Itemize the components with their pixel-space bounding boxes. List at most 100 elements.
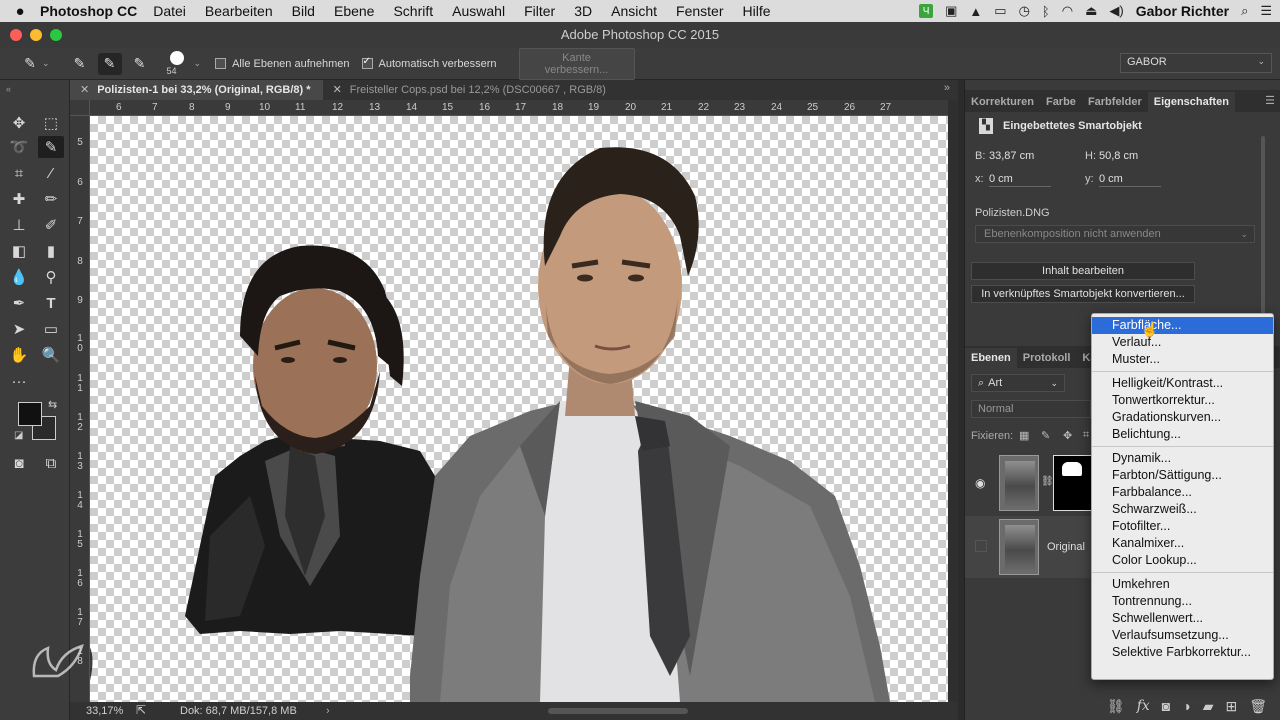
default-colors-icon[interactable]: ◪ xyxy=(14,430,23,441)
user-name[interactable]: Gabor Richter xyxy=(1136,3,1229,19)
menu-item-dynamik[interactable]: Dynamik... xyxy=(1092,450,1273,467)
chevron-down-icon[interactable]: ⌄ xyxy=(194,58,202,69)
time-machine-icon[interactable]: ◷ xyxy=(1019,3,1030,19)
visibility-toggle[interactable] xyxy=(975,540,987,552)
bluetooth-icon[interactable]: ᛒ xyxy=(1042,4,1050,19)
tab-korrekturen[interactable]: Korrekturen xyxy=(965,92,1040,112)
tab-freisteller-cops[interactable]: ✕ Freisteller Cops.psd bei 12,2% (DSC0066… xyxy=(323,80,618,100)
canvas-horizontal-scrollbar[interactable] xyxy=(548,708,688,714)
document-canvas[interactable] xyxy=(90,116,948,702)
lock-transparent-icon[interactable]: ▦ xyxy=(1019,429,1029,442)
layer-row[interactable]: Original xyxy=(965,516,1095,578)
add-mask-icon[interactable]: ◙ xyxy=(1162,698,1170,714)
properties-scrollbar[interactable] xyxy=(1261,136,1265,326)
menu-filter[interactable]: Filter xyxy=(524,3,555,19)
battery-icon[interactable]: ▭ xyxy=(994,3,1006,19)
y-field[interactable]: 0 cm xyxy=(1099,173,1161,187)
menu-item-tonwertkorrektur[interactable]: Tonwertkorrektur... xyxy=(1092,392,1273,409)
refine-edge-button[interactable]: Kante verbessern... xyxy=(518,47,635,80)
new-group-icon[interactable]: ▰ xyxy=(1203,698,1214,715)
path-selection-tool-icon[interactable]: ➤ xyxy=(6,318,32,340)
healing-brush-tool-icon[interactable]: ✚ xyxy=(6,188,32,210)
menu-item-helligkeit-kontrast[interactable]: Helligkeit/Kontrast... xyxy=(1092,375,1273,392)
menu-ansicht[interactable]: Ansicht xyxy=(611,3,657,19)
menu-item-muster[interactable]: Muster... xyxy=(1092,351,1273,368)
swap-colors-icon[interactable]: ⇆ xyxy=(48,398,57,411)
subtract-from-selection-icon[interactable]: ✎ xyxy=(128,53,152,75)
foreground-color-swatch[interactable] xyxy=(18,402,42,426)
menu-item-belichtung[interactable]: Belichtung... xyxy=(1092,426,1273,443)
export-icon[interactable]: ⇱ xyxy=(136,703,146,717)
tab-eigenschaften[interactable]: Eigenschaften xyxy=(1147,92,1235,112)
width-value[interactable]: 33,87 cm xyxy=(989,150,1059,164)
brush-tool-icon[interactable]: ✏ xyxy=(38,188,64,210)
menu-datei[interactable]: Datei xyxy=(153,3,186,19)
edit-contents-button[interactable]: Inhalt bearbeiten xyxy=(971,262,1195,280)
quick-mask-icon[interactable]: ◙ xyxy=(6,452,32,474)
new-selection-icon[interactable]: ✎ xyxy=(68,53,92,75)
vertical-ruler[interactable]: 5 6 7 8 9 1 0 1 1 1 2 1 3 1 4 1 5 1 6 1 … xyxy=(70,116,90,702)
chevron-down-icon[interactable]: ⌄ xyxy=(42,58,50,69)
menu-item-tontrennung[interactable]: Tontrennung... xyxy=(1092,593,1273,610)
menu-item-schwarzweiss[interactable]: Schwarzweiß... xyxy=(1092,501,1273,518)
menu-item-umkehren[interactable]: Umkehren xyxy=(1092,576,1273,593)
layer-thumbnail[interactable] xyxy=(999,455,1039,511)
volume-icon[interactable]: ◀) xyxy=(1109,3,1123,19)
canvas-vertical-scrollbar[interactable] xyxy=(948,100,958,702)
layer-comp-select[interactable]: Ebenenkomposition nicht anwenden ⌄ xyxy=(975,225,1255,243)
blend-mode-select[interactable]: Normal xyxy=(971,400,1091,418)
menu-bild[interactable]: Bild xyxy=(292,3,315,19)
close-window-button[interactable] xyxy=(10,29,22,41)
lasso-tool-icon[interactable]: ➰ xyxy=(6,136,32,158)
add-to-selection-icon[interactable]: ✎ xyxy=(97,52,122,75)
marquee-tool-icon[interactable]: ⬚ xyxy=(38,112,64,134)
wifi-icon[interactable]: ◠ xyxy=(1062,3,1073,19)
menu-item-schwellenwert[interactable]: Schwellenwert... xyxy=(1092,610,1273,627)
display-icon[interactable]: ▣ xyxy=(945,3,957,19)
pen-tool-icon[interactable]: ✒ xyxy=(6,292,32,314)
horizontal-ruler[interactable]: 6 7 8 9 10 11 12 13 14 15 16 17 18 19 20… xyxy=(90,100,948,116)
tab-protokoll[interactable]: Protokoll xyxy=(1017,348,1077,368)
history-brush-tool-icon[interactable]: ✐ xyxy=(38,214,64,236)
delete-layer-icon[interactable]: 🗑 xyxy=(1249,698,1267,715)
convert-to-linked-button[interactable]: In verknüpftes Smartobjekt konvertieren.… xyxy=(971,285,1195,303)
lock-pixels-icon[interactable]: ✎ xyxy=(1041,429,1050,442)
collapse-toolbar-icon[interactable]: « xyxy=(6,84,11,94)
menu-bearbeiten[interactable]: Bearbeiten xyxy=(205,3,273,19)
tab-polizisten[interactable]: ✕ Polizisten-1 bei 33,2% (Original, RGB/8… xyxy=(70,80,323,100)
type-tool-icon[interactable]: T xyxy=(38,292,64,314)
zoom-level[interactable]: 33,17% xyxy=(86,705,123,717)
minimize-window-button[interactable] xyxy=(30,29,42,41)
zoom-tool-icon[interactable]: 🔍 xyxy=(38,344,64,366)
eyedropper-tool-icon[interactable]: ⁄ xyxy=(38,162,64,184)
layer-row[interactable]: ◉ ⛓ xyxy=(965,452,1095,514)
x-field[interactable]: 0 cm xyxy=(989,173,1051,187)
ruler-origin[interactable] xyxy=(70,100,90,116)
menu-app-name[interactable]: Photoshop CC xyxy=(40,3,137,19)
new-layer-icon[interactable]: ⊞ xyxy=(1225,698,1237,715)
menu-auswahl[interactable]: Auswahl xyxy=(452,3,505,19)
menu-item-verlaufsumsetzung[interactable]: Verlaufsumsetzung... xyxy=(1092,627,1273,644)
workspace-select[interactable]: GABOR ⌄ xyxy=(1120,53,1272,73)
panel-menu-icon[interactable]: ☰ xyxy=(1265,94,1275,107)
rectangle-tool-icon[interactable]: ▭ xyxy=(38,318,64,340)
link-icon[interactable]: ⛓ xyxy=(1041,476,1054,487)
tab-farbfelder[interactable]: Farbfelder xyxy=(1082,92,1148,112)
list-icon[interactable]: ☰ xyxy=(1260,3,1272,19)
layer-thumbnail[interactable] xyxy=(999,519,1039,575)
menu-item-farbbalance[interactable]: Farbbalance... xyxy=(1092,484,1273,501)
menu-item-selektive-farbkorrektur[interactable]: Selektive Farbkorrektur... xyxy=(1092,644,1273,661)
zoom-window-button[interactable] xyxy=(50,29,62,41)
menu-item-gradationskurven[interactable]: Gradationskurven... xyxy=(1092,409,1273,426)
eject-icon[interactable]: ⏏ xyxy=(1085,3,1097,19)
dodge-tool-icon[interactable]: ⚲ xyxy=(38,266,64,288)
app-status-icon[interactable]: Ч xyxy=(919,4,934,18)
lock-position-icon[interactable]: ✥ xyxy=(1063,429,1072,442)
menu-item-farbton-saettigung[interactable]: Farbton/Sättigung... xyxy=(1092,467,1273,484)
link-layers-icon[interactable]: ⛓ xyxy=(1107,698,1125,715)
layer-style-icon[interactable]: fx xyxy=(1137,698,1150,714)
layer-filter-select[interactable]: ⌕ Art ⌄ xyxy=(971,374,1065,392)
menu-hilfe[interactable]: Hilfe xyxy=(743,3,771,19)
menu-item-farbflaeche[interactable]: Farbfläche... xyxy=(1092,317,1273,334)
tool-preset-picker[interactable]: ✎ xyxy=(18,53,42,75)
